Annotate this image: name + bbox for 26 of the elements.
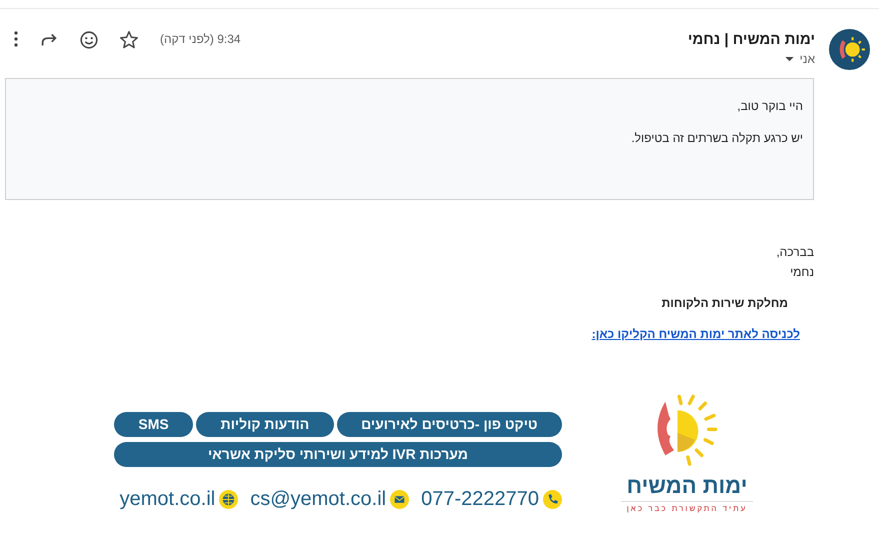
service-pill: SMS (114, 412, 194, 437)
message-text: יש כרגע תקלה בשרתים זה בטיפול. (630, 131, 803, 145)
globe-icon (219, 490, 238, 509)
signature-name: נחמי (790, 264, 814, 281)
contact-text: yemot.co.il (120, 488, 216, 511)
email-icon (390, 490, 410, 509)
avatar (829, 29, 870, 70)
greeting: בברכה, (776, 244, 814, 261)
recipient: אני (800, 52, 815, 66)
phone-icon (543, 490, 562, 509)
website-link[interactable]: לכניסה לאתר ימות המשיח הקליקו כאן: (592, 327, 800, 341)
caret-icon[interactable] (784, 56, 794, 62)
star-icon[interactable] (118, 29, 140, 51)
emoji-icon[interactable] (78, 29, 100, 51)
sender-name: ימות המשיח | נחמי (688, 31, 815, 48)
service-pill: הודעות קוליות (196, 412, 334, 437)
department: מחלקת שירות הלקוחות (662, 296, 788, 310)
service-pill: מערכות IVR למידע ושירותי סליקת אשראי (114, 442, 562, 467)
more-icon[interactable] (12, 29, 20, 49)
contact-text: 077-2222770 (421, 488, 539, 511)
logo-name: ימות המשיח (620, 473, 754, 502)
contact-text: cs@yemot.co.il (250, 488, 386, 511)
timestamp: 9:34 (לפני דקה) (160, 32, 241, 46)
logo-tagline: עתיד התקשורת כבר כאן (626, 504, 748, 513)
service-pill: טיקט פון -כרטיסים לאירועים (336, 412, 562, 437)
message-text: היי בוקר טוב, (736, 99, 803, 113)
